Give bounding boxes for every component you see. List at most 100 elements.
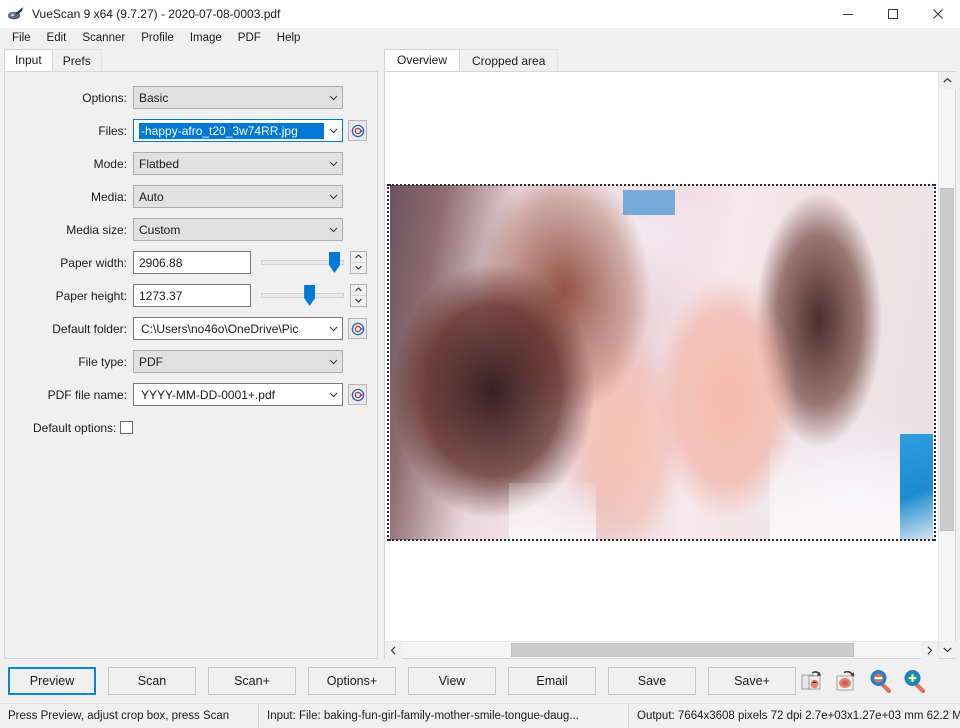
paper-width-input[interactable]: 2906.88 bbox=[133, 251, 251, 274]
files-browse-at-button[interactable] bbox=[348, 120, 367, 141]
vscroll-trough[interactable] bbox=[939, 89, 955, 641]
tab-overview[interactable]: Overview bbox=[384, 49, 460, 71]
image-highlight-right bbox=[770, 448, 911, 540]
options-plus-button[interactable]: Options+ bbox=[308, 667, 396, 695]
scroll-up-arrow-icon[interactable] bbox=[939, 72, 956, 89]
tab-input[interactable]: Input bbox=[4, 49, 53, 71]
field-paper-width: Paper width: 2906.88 bbox=[5, 249, 367, 276]
default-folder-input[interactable]: C:\Users\no46o\OneDrive\Pic bbox=[133, 317, 343, 340]
tab-prefs[interactable]: Prefs bbox=[52, 49, 102, 71]
scroll-right-arrow-icon[interactable] bbox=[921, 642, 938, 659]
menu-item-file[interactable]: File bbox=[4, 29, 39, 48]
stepper-down-icon[interactable] bbox=[351, 296, 366, 307]
default-options-checkbox[interactable] bbox=[120, 421, 133, 434]
menu-item-image[interactable]: Image bbox=[182, 29, 230, 48]
chevron-down-icon bbox=[324, 161, 342, 167]
chevron-down-icon bbox=[324, 227, 342, 233]
menu-item-profile[interactable]: Profile bbox=[133, 29, 182, 48]
mode-select[interactable]: Flatbed bbox=[133, 152, 343, 175]
paper-width-slider[interactable] bbox=[261, 251, 344, 274]
paper-width-stepper[interactable] bbox=[350, 251, 367, 274]
field-default-options: Default options: bbox=[5, 414, 367, 441]
status-message: Press Preview, adjust crop box, press Sc… bbox=[0, 704, 258, 728]
chevron-down-icon bbox=[324, 359, 342, 365]
maximize-button[interactable] bbox=[870, 0, 915, 28]
default-folder-browse-at-button[interactable] bbox=[348, 318, 367, 339]
file-type-value: PDF bbox=[139, 355, 324, 369]
files-input[interactable]: -happy-afro_t20_3w74RR.jpg bbox=[133, 119, 343, 142]
field-options: Options: Basic bbox=[5, 84, 367, 111]
menu-item-help[interactable]: Help bbox=[269, 29, 309, 48]
chevron-down-icon[interactable] bbox=[324, 128, 342, 134]
files-value: -happy-afro_t20_3w74RR.jpg bbox=[139, 123, 324, 139]
rotate-left-image-icon[interactable] bbox=[798, 665, 828, 697]
status-bar: Press Preview, adjust crop box, press Sc… bbox=[0, 703, 960, 728]
window-title: VueScan 9 x64 (9.7.27) - 2020-07-08-0003… bbox=[32, 7, 825, 21]
preview-tabstrip: Overview Cropped area bbox=[384, 49, 956, 71]
pdf-file-name-input[interactable]: YYYY-MM-DD-0001+.pdf bbox=[133, 383, 343, 406]
email-button[interactable]: Email bbox=[508, 667, 596, 695]
close-button[interactable] bbox=[915, 0, 960, 28]
hscroll-trough[interactable] bbox=[402, 642, 921, 658]
hscroll-thumb[interactable] bbox=[511, 643, 854, 657]
chevron-down-icon bbox=[324, 194, 342, 200]
save-plus-button[interactable]: Save+ bbox=[708, 667, 796, 695]
options-label: Options: bbox=[5, 91, 133, 105]
pdf-file-name-at-button[interactable] bbox=[348, 384, 367, 405]
zoom-out-icon[interactable] bbox=[866, 665, 896, 697]
stepper-down-icon[interactable] bbox=[351, 263, 366, 274]
tab-cropped-area[interactable]: Cropped area bbox=[459, 49, 558, 71]
save-button[interactable]: Save bbox=[608, 667, 696, 695]
preview-canvas[interactable] bbox=[385, 72, 938, 641]
slider-track bbox=[261, 293, 344, 298]
menu-item-scanner[interactable]: Scanner bbox=[74, 29, 133, 48]
zoom-in-icon[interactable] bbox=[900, 665, 930, 697]
paper-height-stepper[interactable] bbox=[350, 284, 367, 307]
field-paper-height: Paper height: 1273.37 bbox=[5, 282, 367, 309]
scan-plus-button[interactable]: Scan+ bbox=[208, 667, 296, 695]
paper-height-label: Paper height: bbox=[5, 289, 133, 303]
paper-height-input[interactable]: 1273.37 bbox=[133, 284, 251, 307]
settings-column: Input Prefs Options: Basic bbox=[4, 49, 378, 659]
media-select[interactable]: Auto bbox=[133, 185, 343, 208]
preview-main bbox=[385, 72, 938, 658]
settings-panel: Options: Basic Files: -happy-afro_t20_3w… bbox=[4, 71, 378, 659]
window-controls bbox=[825, 0, 960, 28]
vscroll-thumb[interactable] bbox=[940, 188, 954, 530]
slider-thumb[interactable] bbox=[304, 285, 315, 306]
scroll-down-arrow-icon[interactable] bbox=[939, 641, 956, 658]
preview-panel bbox=[384, 71, 956, 659]
paper-height-slider[interactable] bbox=[261, 284, 344, 307]
preview-vertical-scrollbar[interactable] bbox=[938, 72, 955, 658]
media-value: Auto bbox=[139, 190, 324, 204]
options-select[interactable]: Basic bbox=[133, 86, 343, 109]
default-options-label: Default options: bbox=[33, 421, 116, 435]
stepper-up-icon[interactable] bbox=[351, 252, 366, 263]
view-button[interactable]: View bbox=[408, 667, 496, 695]
slider-thumb[interactable] bbox=[329, 252, 340, 273]
default-folder-value: C:\Users\no46o\OneDrive\Pic bbox=[139, 321, 324, 337]
field-pdf-file-name: PDF file name: YYYY-MM-DD-0001+.pdf bbox=[5, 381, 367, 408]
status-output-text: Output: 7664x3608 pixels 72 dpi 2.7e+03x… bbox=[637, 710, 960, 722]
menu-item-edit[interactable]: Edit bbox=[39, 29, 75, 48]
preview-horizontal-scrollbar[interactable] bbox=[385, 641, 938, 658]
menu-item-pdf[interactable]: PDF bbox=[230, 29, 269, 48]
field-mode: Mode: Flatbed bbox=[5, 150, 367, 177]
preview-button[interactable]: Preview bbox=[8, 667, 96, 695]
field-default-folder: Default folder: C:\Users\no46o\OneDrive\… bbox=[5, 315, 367, 342]
chevron-down-icon[interactable] bbox=[324, 326, 342, 332]
scan-preview-image[interactable] bbox=[390, 185, 933, 540]
minimize-button[interactable] bbox=[825, 0, 870, 28]
image-blue-sleeve bbox=[900, 434, 933, 541]
menu-bar: File Edit Scanner Profile Image PDF Help bbox=[0, 28, 960, 49]
stepper-up-icon[interactable] bbox=[351, 285, 366, 296]
scan-button[interactable]: Scan bbox=[108, 667, 196, 695]
field-files: Files: -happy-afro_t20_3w74RR.jpg bbox=[5, 117, 367, 144]
chevron-down-icon[interactable] bbox=[324, 392, 342, 398]
media-size-select[interactable]: Custom bbox=[133, 218, 343, 241]
action-button-bar: Preview Scan Scan+ Options+ View Email S… bbox=[0, 659, 960, 703]
file-type-select[interactable]: PDF bbox=[133, 350, 343, 373]
status-input-info: Input: File: baking-fun-girl-family-moth… bbox=[258, 704, 628, 728]
scroll-left-arrow-icon[interactable] bbox=[385, 642, 402, 659]
rotate-right-image-icon[interactable] bbox=[832, 665, 862, 697]
